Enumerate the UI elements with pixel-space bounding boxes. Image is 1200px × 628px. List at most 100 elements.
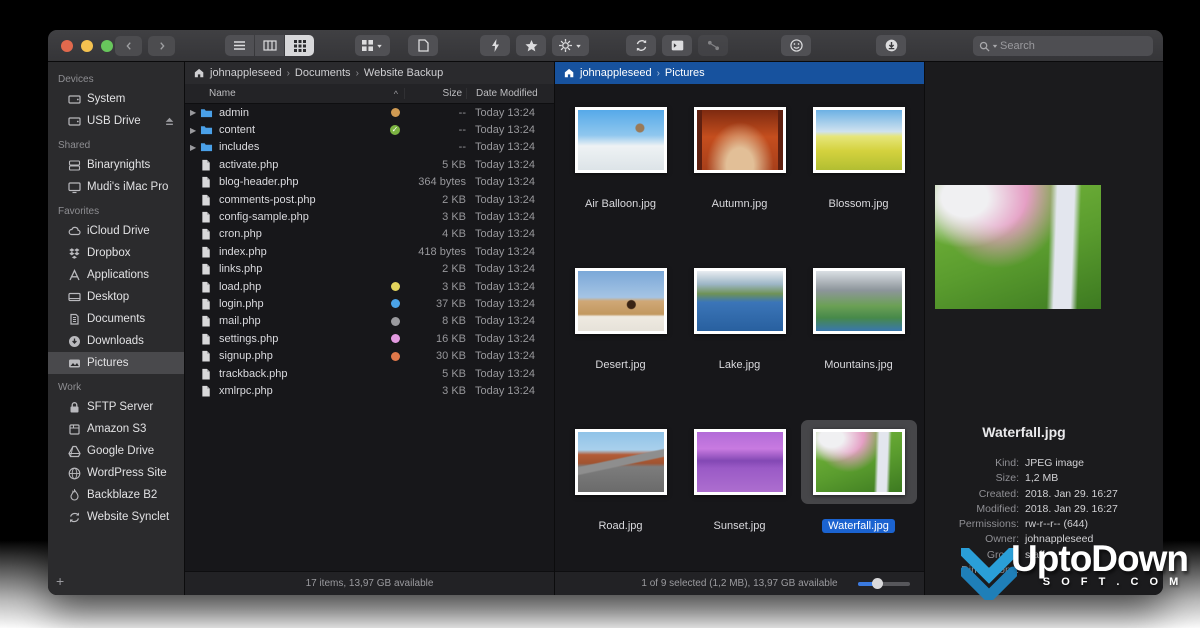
download-button[interactable] bbox=[876, 35, 906, 56]
sidebar-item-documents[interactable]: Documents bbox=[48, 308, 184, 330]
file-row[interactable]: ▶content✓--Today 13:24 bbox=[185, 121, 554, 138]
file-row[interactable]: login.php37 KBToday 13:24 bbox=[185, 295, 554, 312]
grid-item-autumn-jpg[interactable]: Autumn.jpg bbox=[680, 96, 799, 257]
sidebar-item-system[interactable]: System bbox=[48, 88, 184, 110]
terminal-button[interactable] bbox=[662, 35, 692, 56]
emoji-button[interactable] bbox=[781, 35, 811, 56]
file-row[interactable]: comments-post.php2 KBToday 13:24 bbox=[185, 191, 554, 208]
file-row[interactable]: index.php418 bytesToday 13:24 bbox=[185, 243, 554, 260]
file-row[interactable]: settings.php16 KBToday 13:24 bbox=[185, 330, 554, 347]
sidebar-item-pictures[interactable]: Pictures bbox=[48, 352, 184, 374]
back-button[interactable] bbox=[115, 36, 142, 56]
eject-button[interactable] bbox=[164, 116, 175, 127]
sidebar-item-usb-drive[interactable]: USB Drive bbox=[48, 110, 184, 132]
sidebar-item-downloads[interactable]: Downloads bbox=[48, 330, 184, 352]
path-segment[interactable]: Documents bbox=[295, 67, 351, 79]
thumbnail-image bbox=[816, 110, 902, 170]
pictures-icon bbox=[68, 357, 81, 370]
sidebar-item-binarynights[interactable]: Binarynights bbox=[48, 154, 184, 176]
file-row[interactable]: trackback.php5 KBToday 13:24 bbox=[185, 365, 554, 382]
path-segment[interactable]: Pictures bbox=[665, 67, 705, 79]
file-icon bbox=[200, 211, 213, 223]
column-date[interactable]: Date Modified bbox=[466, 88, 554, 99]
path-segment[interactable]: johnappleseed bbox=[580, 67, 652, 79]
file-row[interactable]: ▶admin--Today 13:24 bbox=[185, 104, 554, 121]
sidebar-item-backblaze-b2[interactable]: Backblaze B2 bbox=[48, 484, 184, 506]
thumbnail-size-slider[interactable] bbox=[858, 582, 910, 586]
file-row[interactable]: load.php3 KBToday 13:24 bbox=[185, 278, 554, 295]
file-row[interactable]: xmlrpc.php3 KBToday 13:24 bbox=[185, 382, 554, 399]
new-file-button[interactable] bbox=[408, 35, 438, 56]
column-view-button[interactable] bbox=[255, 35, 284, 56]
sidebar-item-label: Mudi's iMac Pro bbox=[87, 181, 168, 193]
actions-menu-button[interactable] bbox=[552, 35, 589, 56]
add-connection-button[interactable]: + bbox=[56, 573, 64, 589]
disclosure-triangle[interactable]: ▶ bbox=[185, 143, 198, 152]
disclosure-triangle[interactable]: ▶ bbox=[185, 108, 198, 117]
file-row[interactable]: config-sample.php3 KBToday 13:24 bbox=[185, 208, 554, 225]
sidebar-item-desktop[interactable]: Desktop bbox=[48, 286, 184, 308]
grid-item-lake-jpg[interactable]: Lake.jpg bbox=[680, 257, 799, 418]
sidebar-item-dropbox[interactable]: Dropbox bbox=[48, 242, 184, 264]
tag-dot bbox=[386, 299, 404, 308]
globe-icon bbox=[68, 467, 81, 480]
file-row[interactable]: signup.php30 KBToday 13:24 bbox=[185, 347, 554, 364]
column-size[interactable]: Size bbox=[404, 88, 466, 99]
sidebar-item-label: USB Drive bbox=[87, 115, 141, 127]
path-segment[interactable]: johnappleseed bbox=[210, 67, 282, 79]
file-size: 3 KB bbox=[404, 281, 466, 293]
forward-button[interactable] bbox=[148, 36, 175, 56]
sidebar-item-wordpress-site[interactable]: WordPress Site bbox=[48, 462, 184, 484]
sidebar-item-icloud-drive[interactable]: iCloud Drive bbox=[48, 220, 184, 242]
file-row[interactable]: cron.php4 KBToday 13:24 bbox=[185, 226, 554, 243]
sidebar-item-website-synclet[interactable]: Website Synclet bbox=[48, 506, 184, 528]
smiley-icon bbox=[790, 39, 803, 52]
minimize-button[interactable] bbox=[81, 40, 93, 52]
icon-view-button[interactable] bbox=[285, 35, 314, 56]
file-row[interactable]: links.php2 KBToday 13:24 bbox=[185, 261, 554, 278]
search-input[interactable] bbox=[1000, 40, 1147, 52]
search-field[interactable] bbox=[973, 36, 1153, 56]
file-row[interactable]: blog-header.php364 bytesToday 13:24 bbox=[185, 174, 554, 191]
grid-item-blossom-jpg[interactable]: Blossom.jpg bbox=[799, 96, 918, 257]
disclosure-triangle[interactable]: ▶ bbox=[185, 126, 198, 135]
list-view-button[interactable] bbox=[225, 35, 254, 56]
sidebar-item-google-drive[interactable]: Google Drive bbox=[48, 440, 184, 462]
preview-image bbox=[935, 185, 1101, 309]
zoom-button[interactable] bbox=[101, 40, 113, 52]
grid-item-mountains-jpg[interactable]: Mountains.jpg bbox=[799, 257, 918, 418]
file-row[interactable]: ▶includes--Today 13:24 bbox=[185, 139, 554, 156]
grid-item-air-balloon-jpg[interactable]: Air Balloon.jpg bbox=[561, 96, 680, 257]
sidebar-item-label: WordPress Site bbox=[87, 467, 167, 479]
file-name: content bbox=[215, 124, 386, 136]
file-name: blog-header.php bbox=[215, 176, 386, 188]
grid-item-road-jpg[interactable]: Road.jpg bbox=[561, 418, 680, 579]
slider-knob[interactable] bbox=[872, 578, 883, 589]
close-button[interactable] bbox=[61, 40, 73, 52]
sync-button[interactable] bbox=[626, 35, 656, 56]
right-path-bar: johnappleseed › Pictures bbox=[555, 62, 924, 84]
file-icon bbox=[200, 246, 213, 258]
sidebar-item-applications[interactable]: Applications bbox=[48, 264, 184, 286]
sidebar-item-mudi-s-imac-pro[interactable]: Mudi's iMac Pro bbox=[48, 176, 184, 198]
tag-dot bbox=[386, 317, 404, 326]
column-name[interactable]: Name ^ bbox=[185, 88, 404, 99]
sidebar-item-sftp-server[interactable]: SFTP Server bbox=[48, 396, 184, 418]
sidebar-item-amazon-s3[interactable]: Amazon S3 bbox=[48, 418, 184, 440]
grid-item-desert-jpg[interactable]: Desert.jpg bbox=[561, 257, 680, 418]
path-separator: › bbox=[657, 68, 660, 79]
file-date: Today 13:24 bbox=[466, 263, 554, 275]
activities-button[interactable] bbox=[480, 35, 510, 56]
file-date: Today 13:24 bbox=[466, 281, 554, 293]
arrange-menu-button[interactable] bbox=[355, 35, 390, 56]
transfers-button[interactable] bbox=[698, 35, 728, 56]
grid-item-sunset-jpg[interactable]: Sunset.jpg bbox=[680, 418, 799, 579]
path-segment[interactable]: Website Backup bbox=[364, 67, 443, 79]
thumbnail-plate bbox=[682, 420, 798, 504]
file-row[interactable]: activate.php5 KBToday 13:24 bbox=[185, 156, 554, 173]
file-row[interactable]: mail.php8 KBToday 13:24 bbox=[185, 313, 554, 330]
download-icon bbox=[885, 39, 898, 52]
file-icon bbox=[200, 368, 213, 380]
grid-item-waterfall-jpg[interactable]: Waterfall.jpg bbox=[799, 418, 918, 579]
favorites-button[interactable] bbox=[516, 35, 546, 56]
